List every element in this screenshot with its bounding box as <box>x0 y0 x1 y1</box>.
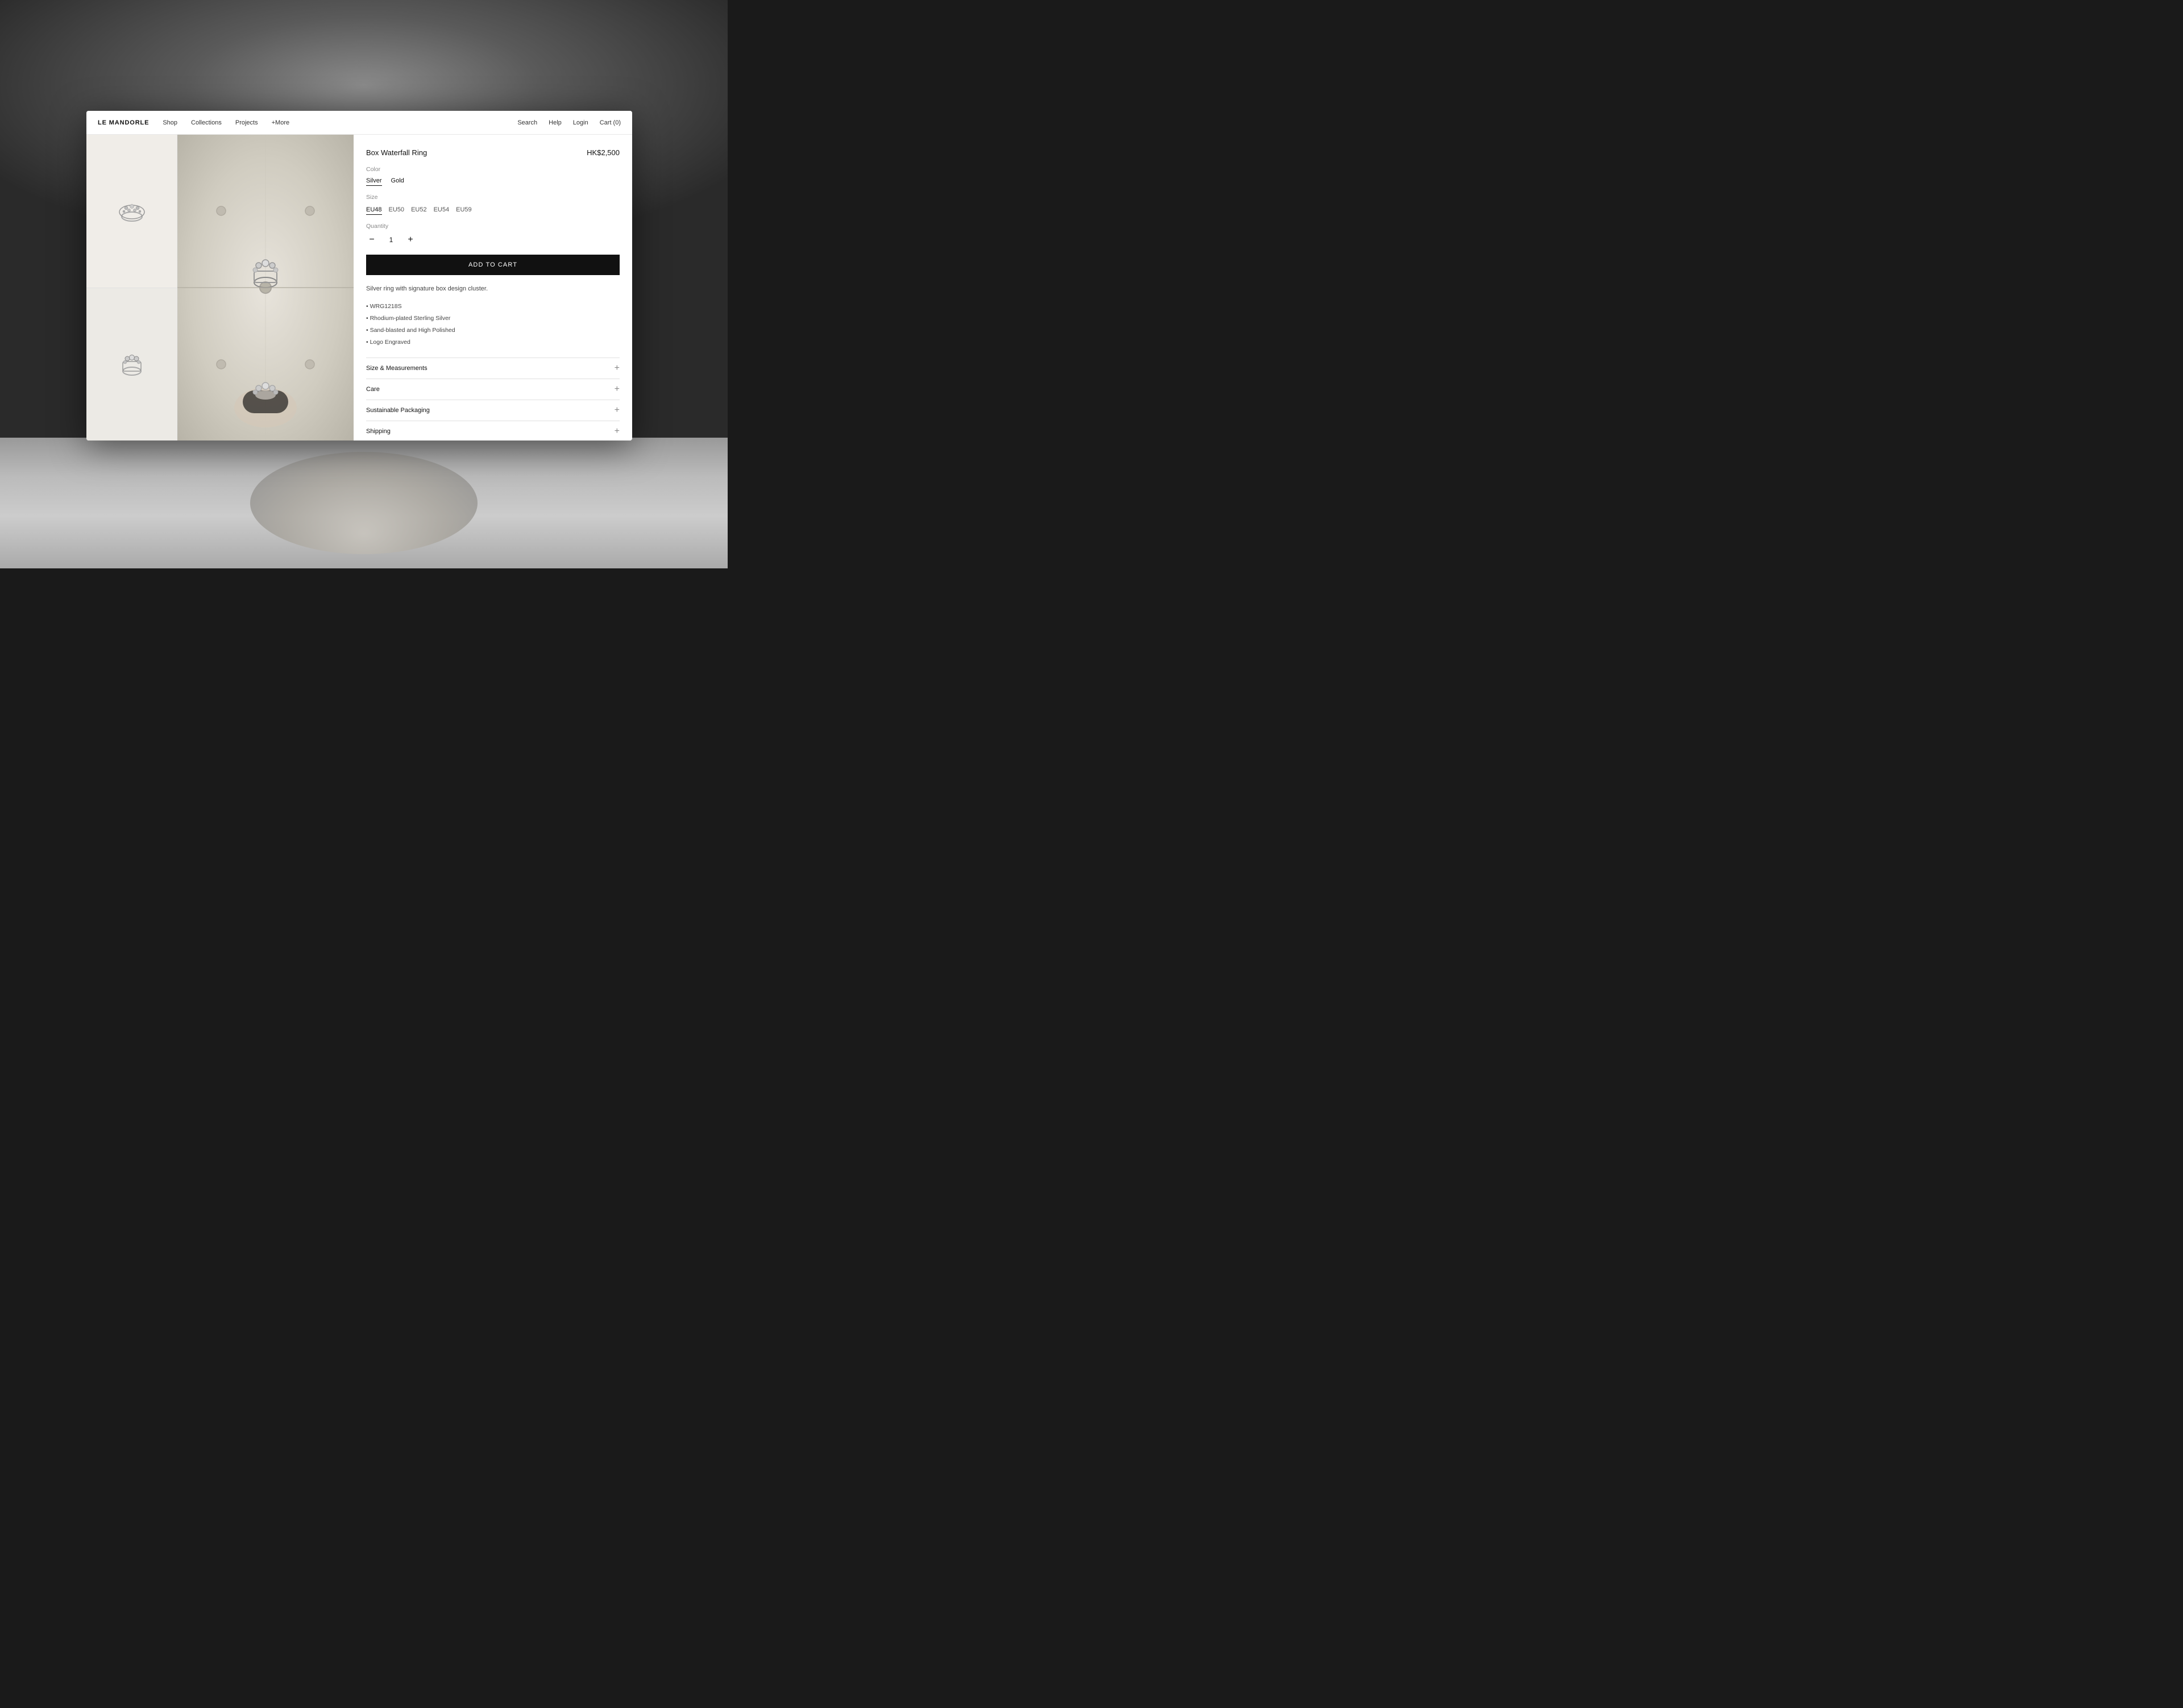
main-product-image <box>177 135 354 440</box>
quantity-controls: − 1 + <box>366 234 620 246</box>
nav-search[interactable]: Search <box>517 119 537 126</box>
accordion-size-label: Size & Measurements <box>366 365 428 372</box>
navbar-left: LE MANDORLE Shop Collections Projects +M… <box>98 119 289 126</box>
thumbnail-1[interactable] <box>86 135 177 288</box>
product-price: HK$2,500 <box>587 148 620 157</box>
size-eu59[interactable]: EU59 <box>456 205 472 215</box>
nav-cart[interactable]: Cart (0) <box>600 119 621 126</box>
spec-finish: • Sand-blasted and High Polished <box>366 325 620 336</box>
product-content: Box Waterfall Ring HK$2,500 Color Silver… <box>86 135 632 440</box>
accordion-shipping[interactable]: Shipping + <box>366 421 620 441</box>
thumbnail-column <box>86 135 177 440</box>
spec-logo: • Logo Engraved <box>366 336 620 348</box>
thumb-ring-1-icon <box>109 188 155 234</box>
nav-help[interactable]: Help <box>549 119 562 126</box>
accordion-packaging[interactable]: Sustainable Packaging + <box>366 400 620 421</box>
spec-material: • Rhodium-plated Sterling Silver <box>366 313 620 325</box>
main-image-svg <box>177 135 354 440</box>
product-window: LE MANDORLE Shop Collections Projects +M… <box>86 111 632 440</box>
thumb-ring-2-icon <box>109 342 155 387</box>
accordion-care[interactable]: Care + <box>366 379 620 400</box>
size-eu50[interactable]: EU50 <box>389 205 405 215</box>
navbar-right: Search Help Login Cart (0) <box>517 119 621 126</box>
navbar: LE MANDORLE Shop Collections Projects +M… <box>86 111 632 135</box>
add-to-cart-button[interactable]: ADD TO CART <box>366 255 620 275</box>
product-specs: • WRG1218S • Rhodium-plated Sterling Sil… <box>366 301 620 348</box>
nav-login[interactable]: Login <box>573 119 588 126</box>
brand-logo: LE MANDORLE <box>98 119 149 126</box>
size-eu48[interactable]: EU48 <box>366 205 382 215</box>
quantity-value: 1 <box>385 236 397 244</box>
size-eu54[interactable]: EU54 <box>434 205 450 215</box>
quantity-decrease-button[interactable]: − <box>366 234 377 246</box>
color-gold[interactable]: Gold <box>391 177 404 186</box>
accordion-size-measurements[interactable]: Size & Measurements + <box>366 358 620 379</box>
accordion-shipping-label: Shipping <box>366 428 391 435</box>
hand-silhouette <box>250 452 478 554</box>
color-silver[interactable]: Silver <box>366 177 382 186</box>
product-title: Box Waterfall Ring <box>366 148 427 157</box>
size-options: EU48 EU50 EU52 EU54 EU59 <box>366 205 620 215</box>
size-eu52[interactable]: EU52 <box>411 205 427 215</box>
product-description: Silver ring with signature box design cl… <box>366 284 620 294</box>
color-options: Silver Gold <box>366 177 620 186</box>
spec-sku: • WRG1218S <box>366 301 620 313</box>
quantity-label: Quantity <box>366 223 620 230</box>
quantity-section: Quantity − 1 + <box>366 223 620 246</box>
accordion-shipping-expand-icon: + <box>615 427 620 436</box>
accordion-care-expand-icon: + <box>615 385 620 394</box>
product-details-panel: Box Waterfall Ring HK$2,500 Color Silver… <box>354 135 632 440</box>
accordion-size-expand-icon: + <box>615 364 620 373</box>
quantity-increase-button[interactable]: + <box>405 234 416 246</box>
color-section: Color Silver Gold <box>366 166 620 186</box>
accordion-care-label: Care <box>366 386 380 393</box>
accordion-packaging-label: Sustainable Packaging <box>366 407 430 414</box>
background-bottom <box>0 438 728 568</box>
nav-more[interactable]: +More <box>272 119 290 126</box>
accordion-packaging-expand-icon: + <box>615 406 620 415</box>
size-label: Size <box>366 194 620 201</box>
nav-projects[interactable]: Projects <box>235 119 258 126</box>
thumbnail-2[interactable] <box>86 288 177 441</box>
nav-shop[interactable]: Shop <box>163 119 177 126</box>
nav-collections[interactable]: Collections <box>191 119 222 126</box>
product-title-row: Box Waterfall Ring HK$2,500 <box>366 148 620 157</box>
color-label: Color <box>366 166 620 173</box>
size-section: Size EU48 EU50 EU52 EU54 EU59 <box>366 194 620 215</box>
